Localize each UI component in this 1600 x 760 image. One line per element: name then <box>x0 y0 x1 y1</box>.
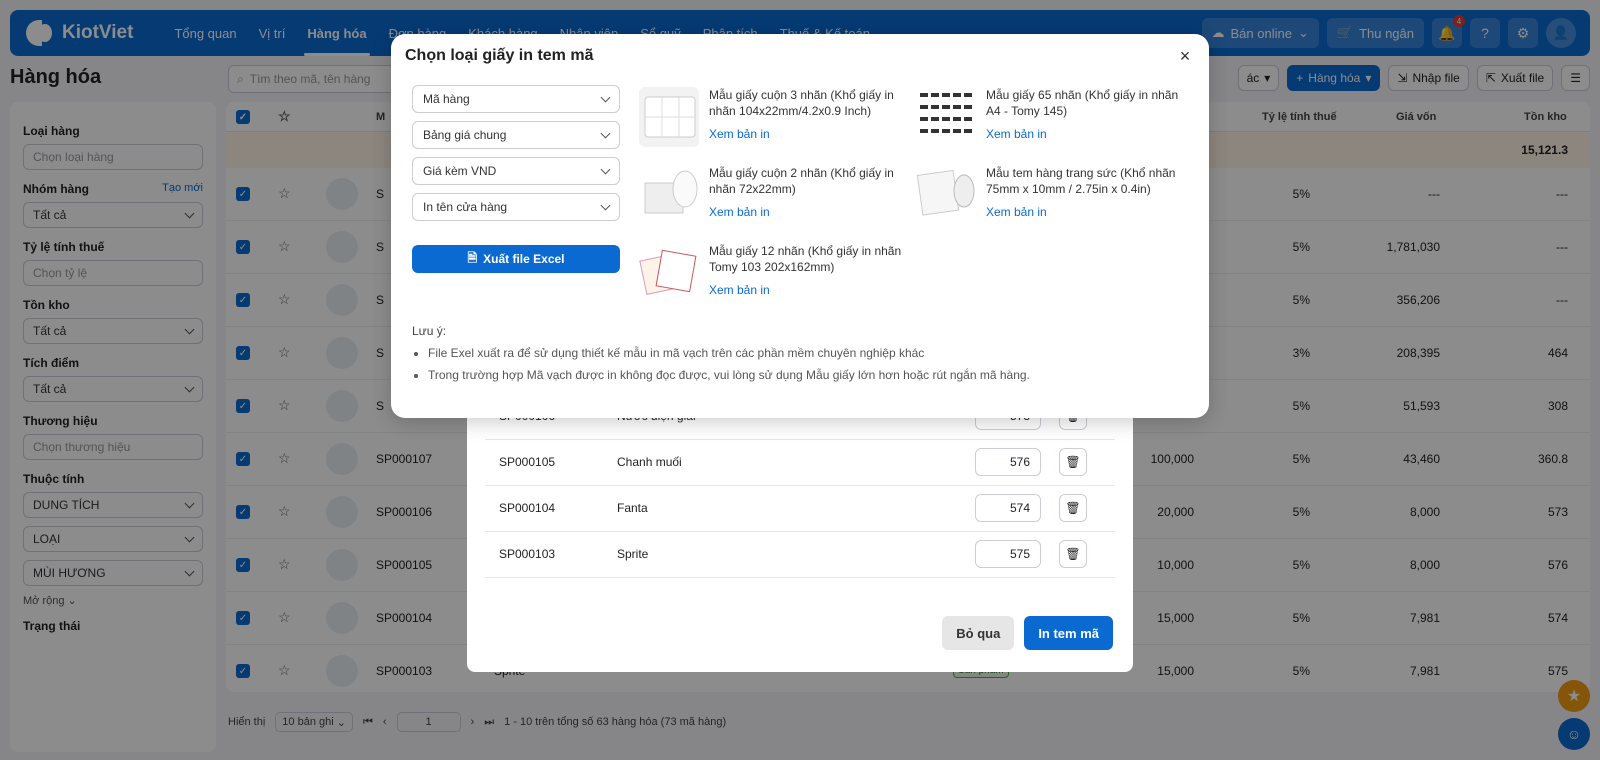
jewelry-tag-image <box>916 165 976 225</box>
view-print-link[interactable]: Xem bản in <box>709 205 770 219</box>
delete-button[interactable]: 🗑 <box>1059 494 1087 522</box>
template-description: Mẫu giấy cuộn 3 nhãn (Khổ giấy in nhãn 1… <box>709 88 894 118</box>
trash-icon: 🗑 <box>1065 501 1081 515</box>
print-product-name: Chanh muối <box>617 455 682 469</box>
code-select[interactable]: Mã hàng <box>412 85 620 113</box>
label-roll-image <box>639 87 699 147</box>
close-icon[interactable]: × <box>1175 46 1195 66</box>
delete-button[interactable]: 🗑 <box>1059 540 1087 568</box>
trash-icon: 🗑 <box>1065 455 1081 469</box>
template-description: Mẫu tem hàng trang sức (Khổ nhãn 75mm x … <box>986 166 1176 196</box>
modal-title: Chọn loại giấy in tem mã <box>405 47 594 64</box>
print-list-row: SP000103 Sprite 575 🗑 <box>485 532 1115 578</box>
print-list-row: SP000104 Fanta 574 🗑 <box>485 486 1115 532</box>
chevron-down-icon <box>600 200 611 211</box>
print-barcode-button[interactable]: In tem mã <box>1024 616 1113 650</box>
view-print-link[interactable]: Xem bản in <box>709 283 770 297</box>
print-barcode-dialog: SP000106Nước điện giải573🗑SP000105Chanh … <box>467 402 1133 672</box>
template-description: Mẫu giấy cuộn 2 nhãn (Khổ giấy in nhãn 7… <box>709 166 894 196</box>
note-title: Lưu ý: <box>412 324 447 338</box>
print-qty-input[interactable]: 575 <box>975 540 1041 568</box>
skip-button[interactable]: Bỏ qua <box>942 616 1015 650</box>
store-name-select[interactable]: In tên cửa hàng <box>412 193 620 221</box>
note-item: File Exel xuất ra để sử dụng thiết kế mẫ… <box>428 346 1030 360</box>
print-list-row: SP000105 Chanh muối 576 🗑 <box>485 440 1115 486</box>
chevron-down-icon <box>600 92 611 103</box>
template-3-label-roll[interactable]: Mẫu giấy cuộn 3 nhãn (Khổ giấy in nhãn 1… <box>639 87 909 151</box>
template-2-label-roll[interactable]: Mẫu giấy cuộn 2 nhãn (Khổ giấy in nhãn 7… <box>639 165 909 229</box>
note-section: Lưu ý: File Exel xuất ra để sử dụng thiế… <box>412 324 1030 390</box>
chevron-down-icon <box>600 164 611 175</box>
print-product-name: Sprite <box>617 547 649 561</box>
print-qty-input[interactable]: 574 <box>975 494 1041 522</box>
label-sheet-image <box>639 243 699 303</box>
template-65-labels[interactable]: Mẫu giấy 65 nhãn (Khổ giấy in nhãn A4 - … <box>916 87 1186 151</box>
print-product-code: SP000104 <box>499 501 556 515</box>
template-12-labels[interactable]: Mẫu giấy 12 nhãn (Khổ giấy in nhãn Tomy … <box>639 243 909 307</box>
export-excel-button[interactable]: 🗎 Xuất file Excel <box>412 245 620 273</box>
file-icon: 🗎 <box>467 250 478 265</box>
view-print-link[interactable]: Xem bản in <box>986 127 1047 141</box>
price-list-select[interactable]: Bảng giá chung <box>412 121 620 149</box>
template-jewelry-tag[interactable]: Mẫu tem hàng trang sức (Khổ nhãn 75mm x … <box>916 165 1186 229</box>
print-product-code: SP000105 <box>499 455 556 469</box>
template-description: Mẫu giấy 65 nhãn (Khổ giấy in nhãn A4 - … <box>986 88 1179 118</box>
delete-button[interactable]: 🗑 <box>1059 448 1087 476</box>
print-product-code: SP000103 <box>499 547 556 561</box>
paper-type-modal: Chọn loại giấy in tem mã × Mã hàng Bảng … <box>391 34 1209 418</box>
note-item: Trong trường hợp Mã vạch được in không đ… <box>428 368 1030 382</box>
trash-icon: 🗑 <box>1065 547 1081 561</box>
print-qty-input[interactable]: 576 <box>975 448 1041 476</box>
view-print-link[interactable]: Xem bản in <box>709 127 770 141</box>
print-product-name: Fanta <box>617 501 648 515</box>
a4-labels-image <box>916 87 976 147</box>
chevron-down-icon <box>600 128 611 139</box>
label-roll-image <box>639 165 699 225</box>
view-print-link[interactable]: Xem bản in <box>986 205 1047 219</box>
currency-select[interactable]: Giá kèm VND <box>412 157 620 185</box>
template-description: Mẫu giấy 12 nhãn (Khổ giấy in nhãn Tomy … <box>709 244 902 274</box>
